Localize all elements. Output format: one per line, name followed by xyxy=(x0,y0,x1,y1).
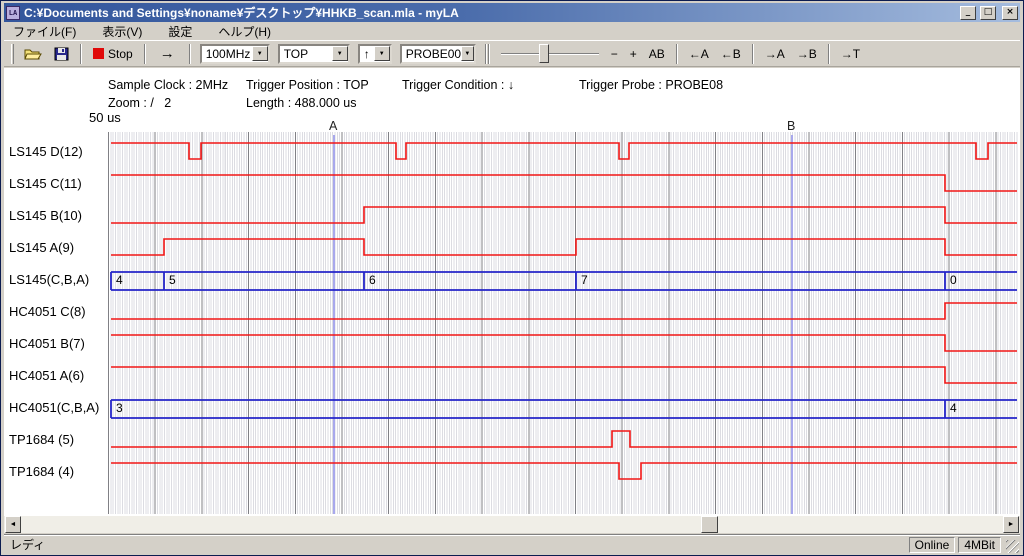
sample-rate-combo[interactable]: 100MHz ▼ xyxy=(200,44,270,64)
menubar: ファイル(F) 表示(V) 設定 ヘルプ(H) xyxy=(4,23,1020,39)
app-window: LA C:¥Documents and Settings¥noname¥デスクト… xyxy=(0,0,1024,556)
zoom-out-button[interactable]: − xyxy=(605,44,624,64)
slider-track xyxy=(501,53,599,55)
goto-marker-a-button[interactable]: ←A xyxy=(683,44,715,64)
stop-square-icon xyxy=(93,48,104,59)
chevron-down-icon[interactable]: ▼ xyxy=(461,46,474,61)
ab-span-button[interactable]: AB xyxy=(643,44,671,64)
run-button[interactable]: → xyxy=(151,44,184,63)
goto-marker-b-button[interactable]: ←B xyxy=(715,44,747,64)
toolbar-separator xyxy=(189,44,191,64)
trigger-edge-value: ↑ xyxy=(364,47,370,61)
sample-rate-value: 100MHz xyxy=(206,47,251,61)
trigger-probe-value: PROBE00 xyxy=(406,47,461,61)
zoom-slider[interactable] xyxy=(501,43,599,65)
toolbar: Stop → 100MHz ▼ TOP ▼ ↑ ▼ PROBE00 ▼ − + … xyxy=(4,40,1020,67)
chevron-down-icon[interactable]: ▼ xyxy=(332,46,348,61)
stop-button[interactable]: Stop xyxy=(87,44,139,64)
chevron-down-icon[interactable]: ▼ xyxy=(252,46,268,61)
open-file-button[interactable] xyxy=(18,44,48,64)
maximize-button[interactable]: □ xyxy=(980,6,996,20)
toolbar-separator xyxy=(80,44,82,64)
menu-help[interactable]: ヘルプ(H) xyxy=(218,23,271,40)
status-online-badge: Online xyxy=(909,537,956,553)
goto-trigger-button[interactable]: →T xyxy=(835,44,866,64)
scroll-left-icon[interactable]: ◄ xyxy=(5,516,21,533)
window-title: C:¥Documents and Settings¥noname¥デスクトップ¥… xyxy=(24,4,956,21)
set-marker-a-button[interactable]: →A xyxy=(759,44,791,64)
open-folder-icon xyxy=(24,47,42,61)
slider-thumb[interactable] xyxy=(539,44,549,63)
status-memory-badge: 4MBit xyxy=(958,537,1001,553)
menu-file[interactable]: ファイル(F) xyxy=(13,23,76,40)
toolbar-separator xyxy=(488,44,490,64)
app-icon: LA xyxy=(6,6,20,20)
trigger-position-combo[interactable]: TOP ▼ xyxy=(278,44,350,64)
toolbar-separator xyxy=(676,44,678,64)
toolbar-separator xyxy=(828,44,830,64)
toolbar-separator xyxy=(144,44,146,64)
trigger-condition-text: Trigger Condition : ↓ xyxy=(402,78,514,92)
save-button[interactable] xyxy=(48,44,75,64)
trigger-probe-text: Trigger Probe : PROBE08 xyxy=(579,78,723,92)
waveform-grid xyxy=(108,132,1018,514)
zoom-in-button[interactable]: + xyxy=(624,44,643,64)
chevron-down-icon[interactable]: ▼ xyxy=(374,46,390,61)
scrollbar-thumb[interactable] xyxy=(701,516,718,533)
toolbar-separator xyxy=(485,44,487,64)
length-text: Length : 488.000 us xyxy=(246,96,357,110)
menu-view[interactable]: 表示(V) xyxy=(102,23,142,40)
status-ready-text: レディ xyxy=(4,536,909,553)
trigger-position-text: Trigger Position : TOP xyxy=(246,78,369,92)
minimize-button[interactable]: _ xyxy=(960,6,976,20)
resize-grip[interactable] xyxy=(1006,540,1019,553)
menu-settings[interactable]: 設定 xyxy=(168,23,192,40)
toolbar-separator xyxy=(752,44,754,64)
timebase-label: 50 us xyxy=(89,110,121,125)
titlebar[interactable]: LA C:¥Documents and Settings¥noname¥デスクト… xyxy=(4,3,1020,22)
trigger-probe-combo[interactable]: PROBE00 ▼ xyxy=(400,44,476,64)
statusbar: レディ Online 4MBit xyxy=(4,534,1020,554)
toolbar-grip xyxy=(11,44,14,64)
stop-label: Stop xyxy=(108,47,133,61)
zoom-text: Zoom : / 2 xyxy=(108,96,171,110)
trigger-edge-combo[interactable]: ↑ ▼ xyxy=(358,44,392,64)
sample-clock-text: Sample Clock : 2MHz xyxy=(108,78,228,92)
floppy-disk-icon xyxy=(54,47,69,61)
scroll-right-icon[interactable]: ► xyxy=(1003,516,1019,533)
horizontal-scrollbar[interactable]: ◄ ► xyxy=(4,516,1020,533)
close-button[interactable]: × xyxy=(1002,6,1018,20)
trigger-position-value: TOP xyxy=(284,47,308,61)
set-marker-b-button[interactable]: →B xyxy=(791,44,823,64)
